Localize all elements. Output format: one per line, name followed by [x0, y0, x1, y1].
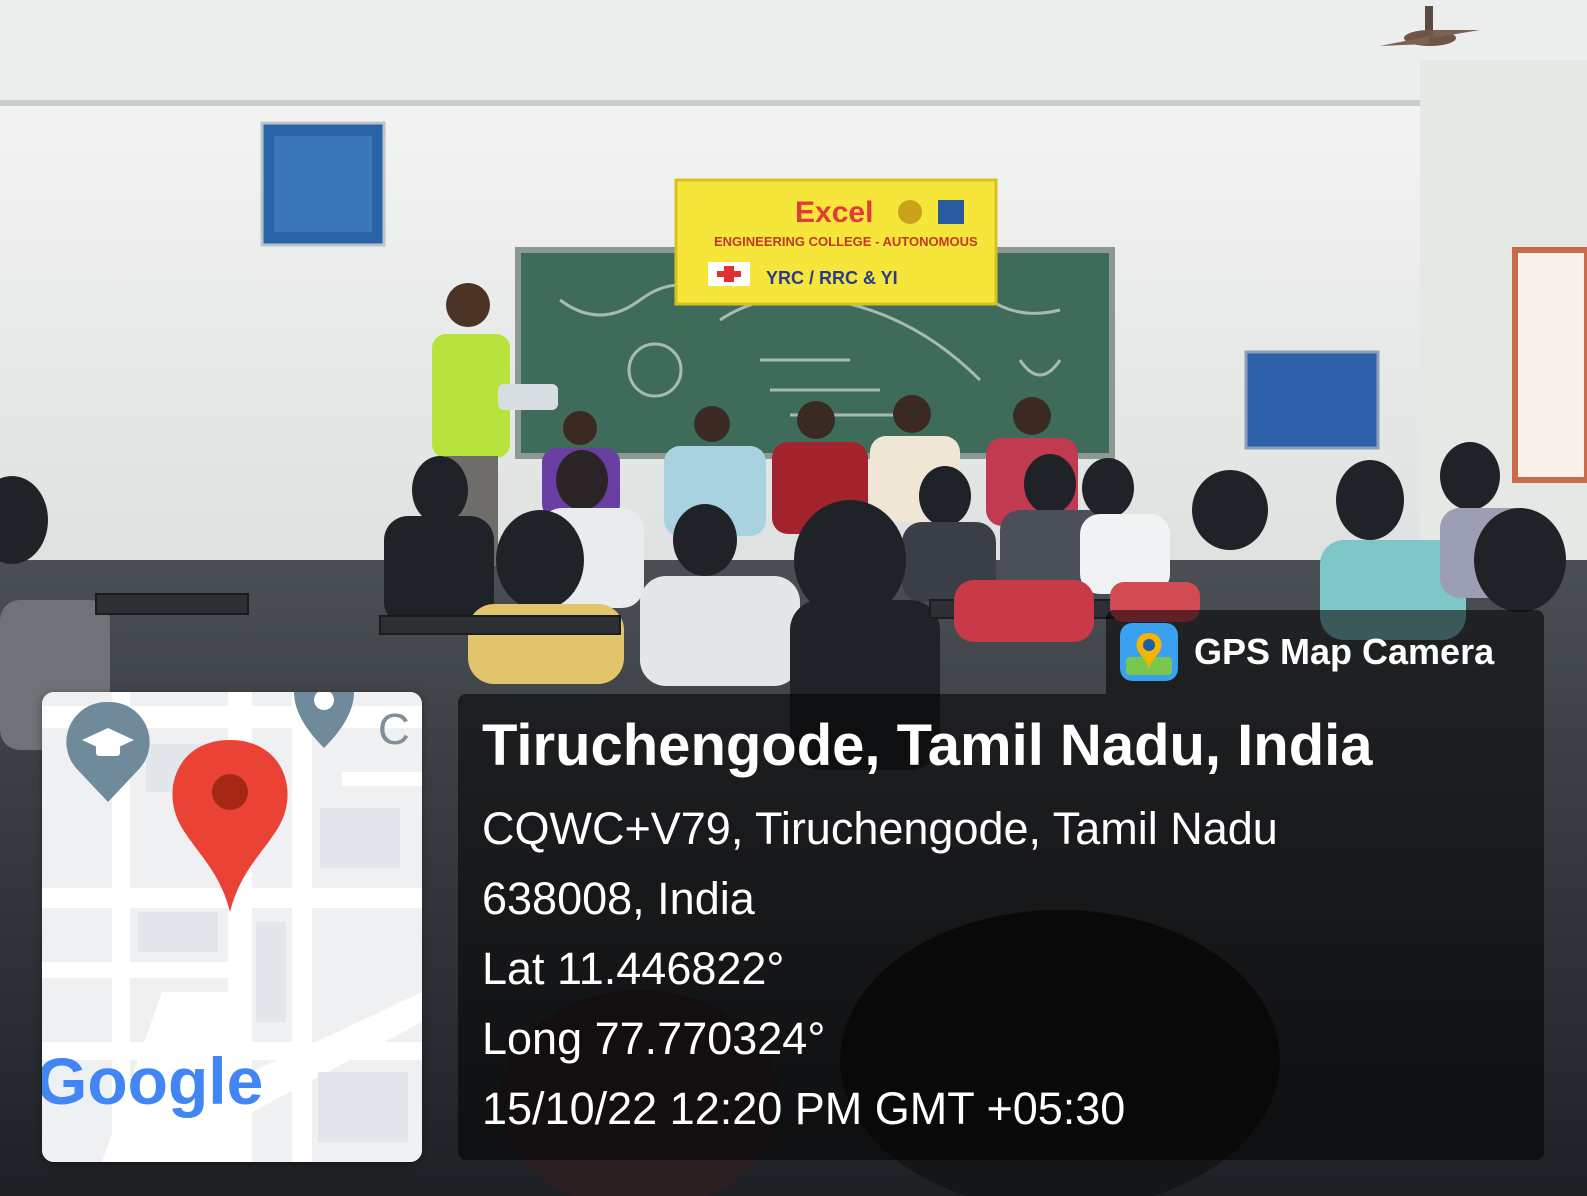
photo-stage: Excel ENGINEERING COLLEGE - AUTONOMOUS Y… — [0, 0, 1587, 1196]
gps-map-camera-icon — [1120, 623, 1178, 681]
address-line-1: CQWC+V79, Tiruchengode, Tamil Nadu — [482, 803, 1278, 854]
location-title: Tiruchengode, Tamil Nadu, India — [482, 713, 1373, 778]
banner-college-name: Excel — [795, 196, 873, 229]
location-info-panel: Tiruchengode, Tamil Nadu, India CQWC+V79… — [458, 694, 1544, 1160]
banner-subtitle: ENGINEERING COLLEGE - AUTONOMOUS — [714, 234, 978, 249]
longitude-text: Long 77.770324° — [482, 1013, 826, 1064]
map-partial-label: C — [378, 705, 410, 754]
banner-clubs: YRC / RRC & YI — [766, 268, 898, 288]
latitude-text: Lat 11.446822° — [482, 943, 785, 994]
address-line-2: 638008, India — [482, 873, 755, 924]
timestamp-text: 15/10/22 12:20 PM GMT +05:30 — [482, 1083, 1126, 1134]
app-brand-tab: GPS Map Camera — [1106, 610, 1544, 694]
google-logo: Google — [42, 1044, 263, 1118]
map-thumbnail[interactable]: C Google — [42, 692, 422, 1162]
location-details: CQWC+V79, Tiruchengode, Tamil Nadu 63800… — [482, 794, 1278, 1144]
svg-text:Google: Google — [42, 1044, 263, 1118]
app-name: GPS Map Camera — [1194, 631, 1495, 672]
